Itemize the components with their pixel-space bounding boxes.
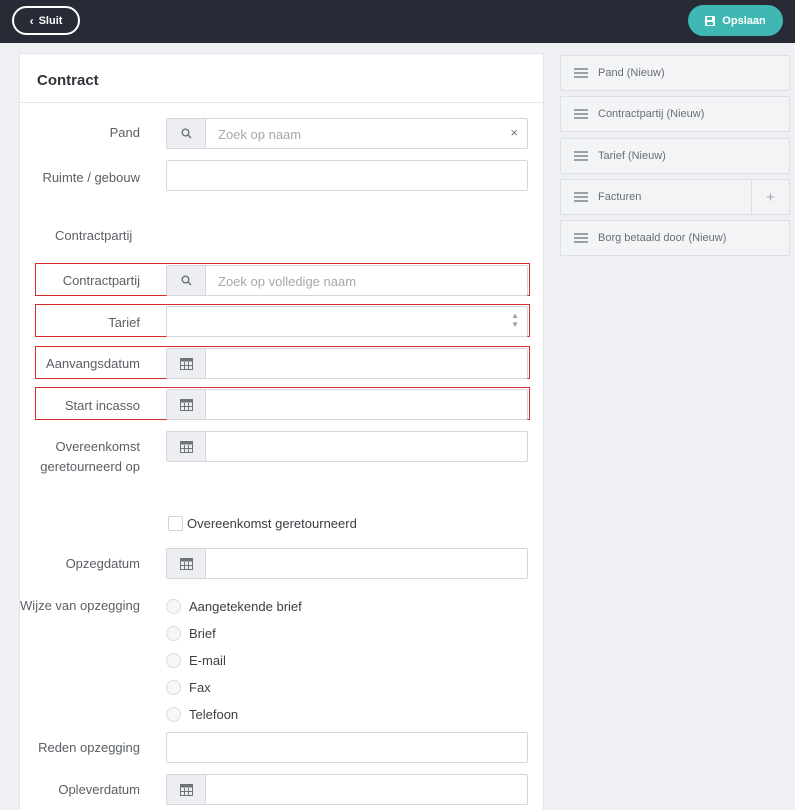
opzegdatum-input[interactable] <box>166 548 528 579</box>
calendar-icon[interactable] <box>167 432 206 461</box>
save-button-label: Opslaan <box>722 14 766 27</box>
sidebar-item-pand[interactable]: Pand (Nieuw) <box>560 55 790 91</box>
sidebar-item-label: Tarief (Nieuw) <box>598 150 666 162</box>
title-divider <box>20 102 543 103</box>
pand-search-input[interactable]: Zoek op naam × <box>166 118 528 149</box>
page-title: Contract <box>37 72 99 89</box>
search-icon <box>167 119 206 148</box>
start-incasso-input[interactable] <box>166 389 528 420</box>
opleverdatum-input[interactable] <box>166 774 528 805</box>
calendar-icon[interactable] <box>167 775 206 804</box>
contractpartij-label: Contractpartij <box>62 273 140 288</box>
sidebar-item-label: Contractpartij (Nieuw) <box>598 108 705 120</box>
radio-label-e-mail: E-mail <box>189 653 226 668</box>
ruimte-input[interactable] <box>166 160 528 191</box>
radio-e-mail[interactable] <box>166 653 181 668</box>
start-incasso-label: Start incasso <box>64 398 140 413</box>
sidebar-item-contractpartij[interactable]: Contractpartij (Nieuw) <box>560 96 790 132</box>
contract-form-card: Contract Pand Zoek op naam × Ruimte / ge… <box>19 53 544 810</box>
wijze-van-opzegging-label: Wijze van opzegging <box>20 598 140 613</box>
reden-opzegging-input[interactable] <box>166 732 528 763</box>
calendar-icon[interactable] <box>167 549 206 578</box>
save-button[interactable]: Opslaan <box>688 5 783 36</box>
radio-brief[interactable] <box>166 626 181 641</box>
contractpartij-placeholder: Zoek op volledige naam <box>218 274 357 289</box>
list-icon <box>574 233 588 243</box>
reden-opzegging-label: Reden opzegging <box>38 740 140 755</box>
chevron-left-icon: ‹ <box>29 13 34 28</box>
tarief-label: Tarief <box>108 315 140 330</box>
close-button[interactable]: ‹ Sluit <box>12 6 80 35</box>
clear-icon[interactable]: × <box>510 125 518 140</box>
radio-label-fax: Fax <box>189 680 211 695</box>
sidebar-item-borg-betaald-door[interactable]: Borg betaald door (Nieuw) <box>560 220 790 256</box>
contractpartij-section-label: Contractpartij <box>55 228 133 243</box>
ruimte-label: Ruimte / gebouw <box>42 170 140 185</box>
sidebar-item-label: Borg betaald door (Nieuw) <box>598 232 727 244</box>
radio-label-aangetekende-brief: Aangetekende brief <box>189 599 302 614</box>
floppy-disk-icon <box>705 15 716 26</box>
contractpartij-search-input[interactable]: Zoek op volledige naam <box>166 265 528 296</box>
overeenkomst-geretourneerd-checkbox-label: Overeenkomst geretourneerd <box>187 516 357 531</box>
sidebar-item-tarief[interactable]: Tarief (Nieuw) <box>560 138 790 174</box>
add-factuur-button[interactable]: + <box>751 180 789 214</box>
list-icon <box>574 192 588 202</box>
aanvangsdatum-label: Aanvangsdatum <box>46 356 140 371</box>
list-icon <box>574 109 588 119</box>
opzegdatum-label: Opzegdatum <box>65 556 140 571</box>
calendar-icon[interactable] <box>167 390 206 419</box>
overeenkomst-geretourneerd-op-label: Overeenkomst geretourneerd op <box>40 439 140 474</box>
pand-placeholder: Zoek op naam <box>218 127 302 142</box>
radio-fax[interactable] <box>166 680 181 695</box>
aanvangsdatum-input[interactable] <box>166 348 528 379</box>
calendar-icon[interactable] <box>167 349 206 378</box>
top-bar: ‹ Sluit Opslaan <box>0 0 795 43</box>
radio-telefoon[interactable] <box>166 707 181 722</box>
radio-label-telefoon: Telefoon <box>189 707 239 722</box>
sidebar-item-facturen[interactable]: Facturen + <box>560 179 790 215</box>
opleverdatum-label: Opleverdatum <box>58 782 140 797</box>
close-button-label: Sluit <box>38 14 63 27</box>
overeenkomst-geretourneerd-checkbox[interactable] <box>168 516 183 531</box>
radio-aangetekende-brief[interactable] <box>166 599 181 614</box>
select-arrows-icon: ▲ ▼ <box>511 311 519 329</box>
list-icon <box>574 68 588 78</box>
overeenkomst-geretourneerd-op-input[interactable] <box>166 431 528 462</box>
search-icon <box>167 266 206 295</box>
list-icon <box>574 151 588 161</box>
pand-label: Pand <box>109 125 140 140</box>
sidebar-item-label: Facturen <box>598 191 642 203</box>
tarief-select[interactable]: ▲ ▼ <box>166 306 528 337</box>
sidebar-item-label: Pand (Nieuw) <box>598 67 665 79</box>
radio-label-brief: Brief <box>189 626 216 641</box>
